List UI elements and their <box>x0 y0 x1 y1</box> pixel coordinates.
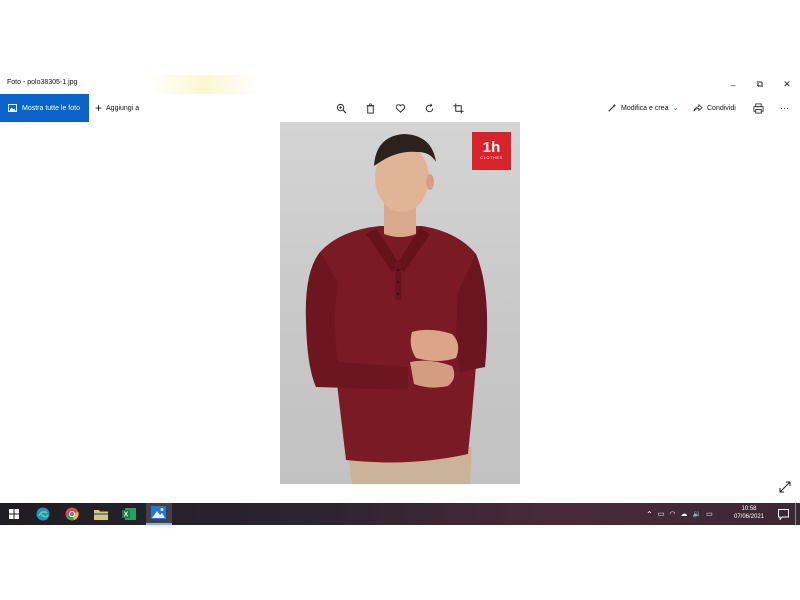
more-options-button[interactable]: ··· <box>780 94 789 122</box>
more-icon: ··· <box>780 103 789 113</box>
brand-logo: 1h CLOTHES <box>472 132 511 170</box>
svg-text:X: X <box>124 512 129 519</box>
print-button[interactable] <box>750 100 766 116</box>
minimize-icon: – <box>730 79 736 90</box>
share-button[interactable]: Condividi <box>693 94 736 122</box>
share-icon <box>693 103 703 112</box>
printer-icon <box>753 103 763 113</box>
edge-icon <box>36 507 50 521</box>
window-title: Foto - polo38305-1.jpg <box>7 79 78 86</box>
rotate-button[interactable] <box>421 100 437 116</box>
favorite-button[interactable] <box>392 100 408 116</box>
bottom-margin <box>0 525 800 600</box>
edit-wand-icon <box>608 103 617 112</box>
restore-button[interactable]: ⧉ <box>747 75 773 94</box>
photo-collection-icon <box>8 104 17 112</box>
taskbar-excel[interactable]: X <box>121 506 137 522</box>
share-label: Condividi <box>707 104 736 112</box>
photos-icon <box>151 506 166 519</box>
edit-create-button[interactable]: Modifica e crea ⌄ <box>607 94 678 122</box>
photo-image: 1h CLOTHES <box>280 122 520 484</box>
file-explorer-icon <box>94 510 108 520</box>
plus-icon: + <box>95 101 103 115</box>
rotate-icon <box>425 103 433 112</box>
restore-icon: ⧉ <box>756 79 764 89</box>
chevron-down-icon: ⌄ <box>672 105 679 112</box>
fullscreen-button[interactable] <box>778 480 794 496</box>
volume-icon[interactable]: 🔉 <box>692 510 701 518</box>
delete-button[interactable] <box>362 100 378 116</box>
notification-icon <box>777 508 789 520</box>
notifications-button[interactable] <box>775 506 791 522</box>
ime-icon[interactable]: ▭ <box>706 510 713 518</box>
excel-icon: X <box>122 508 136 520</box>
onedrive-icon[interactable]: ☁ <box>680 510 687 518</box>
top-margin <box>0 0 800 75</box>
toolbar: Mostra tutte le foto + Aggiungi a Modifi… <box>0 94 800 122</box>
model-figure <box>305 134 488 484</box>
start-button[interactable] <box>6 506 22 522</box>
logo-main-text: 1h <box>482 139 501 156</box>
heart-icon <box>395 103 405 113</box>
minimize-button[interactable]: – <box>720 75 746 94</box>
taskbar-chrome[interactable] <box>64 506 80 522</box>
system-tray: ⌃ ▭ ◠ ☁ 🔉 ▭ <box>646 503 713 525</box>
trash-icon <box>366 103 374 114</box>
wifi-icon[interactable]: ◠ <box>669 510 675 518</box>
close-icon: ✕ <box>783 79 791 89</box>
crop-button[interactable] <box>450 100 466 116</box>
photo-canvas: 1h CLOTHES <box>0 122 800 503</box>
taskbar-photos[interactable] <box>146 503 172 525</box>
expand-icon <box>779 481 791 493</box>
add-to-button[interactable]: + Aggiungi a <box>95 94 139 122</box>
taskbar-file-explorer[interactable] <box>93 506 109 522</box>
show-desktop-button[interactable] <box>795 503 800 525</box>
taskbar-clock[interactable]: 10:58 07/06/2021 <box>728 505 770 521</box>
clock-date: 07/06/2021 <box>733 514 765 520</box>
clock-time: 10:58 <box>741 506 757 512</box>
title-glow <box>150 75 260 94</box>
crop-icon <box>452 102 464 114</box>
taskbar-edge[interactable] <box>35 506 51 522</box>
edit-create-label: Modifica e crea <box>621 104 669 112</box>
close-button[interactable]: ✕ <box>774 75 800 94</box>
title-bar: Foto - polo38305-1.jpg – ⧉ ✕ <box>0 75 800 94</box>
zoom-icon <box>336 103 346 113</box>
windows-logo-icon <box>9 509 19 519</box>
add-to-label: Aggiungi a <box>106 104 140 112</box>
show-all-photos-button[interactable]: Mostra tutte le foto <box>0 94 89 122</box>
chrome-icon <box>65 507 79 521</box>
logo-sub-text: CLOTHES <box>480 155 503 160</box>
zoom-button[interactable] <box>333 100 349 116</box>
meet-now-icon[interactable]: ▭ <box>658 510 665 518</box>
show-all-photos-label: Mostra tutte le foto <box>22 104 80 112</box>
taskbar: X ⌃ ▭ ◠ ☁ 🔉 ▭ 10:58 07/06/2021 <box>0 503 800 525</box>
chevron-up-icon[interactable]: ⌃ <box>646 510 653 519</box>
